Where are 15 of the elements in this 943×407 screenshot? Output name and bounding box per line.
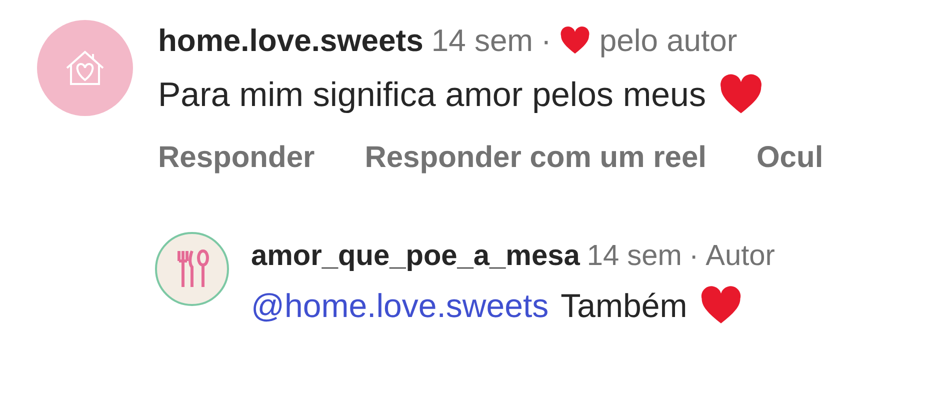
- comment-time: 14 sem: [586, 239, 682, 274]
- author-like-label: pelo autor: [599, 22, 738, 60]
- username[interactable]: home.love.sweets: [158, 22, 424, 60]
- action-link[interactable]: Ocul: [756, 140, 824, 176]
- mention-link[interactable]: @home.love.sweets: [251, 286, 549, 326]
- username[interactable]: amor_que_poe_a_mesa: [251, 238, 580, 274]
- cutlery-icon: [175, 249, 209, 289]
- action-link[interactable]: Responder: [158, 140, 315, 176]
- separator-dot: ·: [688, 239, 699, 274]
- separator-dot: ·: [541, 22, 552, 60]
- comment-time: 14 sem: [431, 22, 534, 60]
- action-link[interactable]: Responder com um reel: [364, 140, 706, 176]
- comment-text: Para mim significa amor pelos meus: [158, 75, 706, 116]
- reply-text: Também: [560, 286, 688, 326]
- author-label: Autor: [706, 239, 775, 274]
